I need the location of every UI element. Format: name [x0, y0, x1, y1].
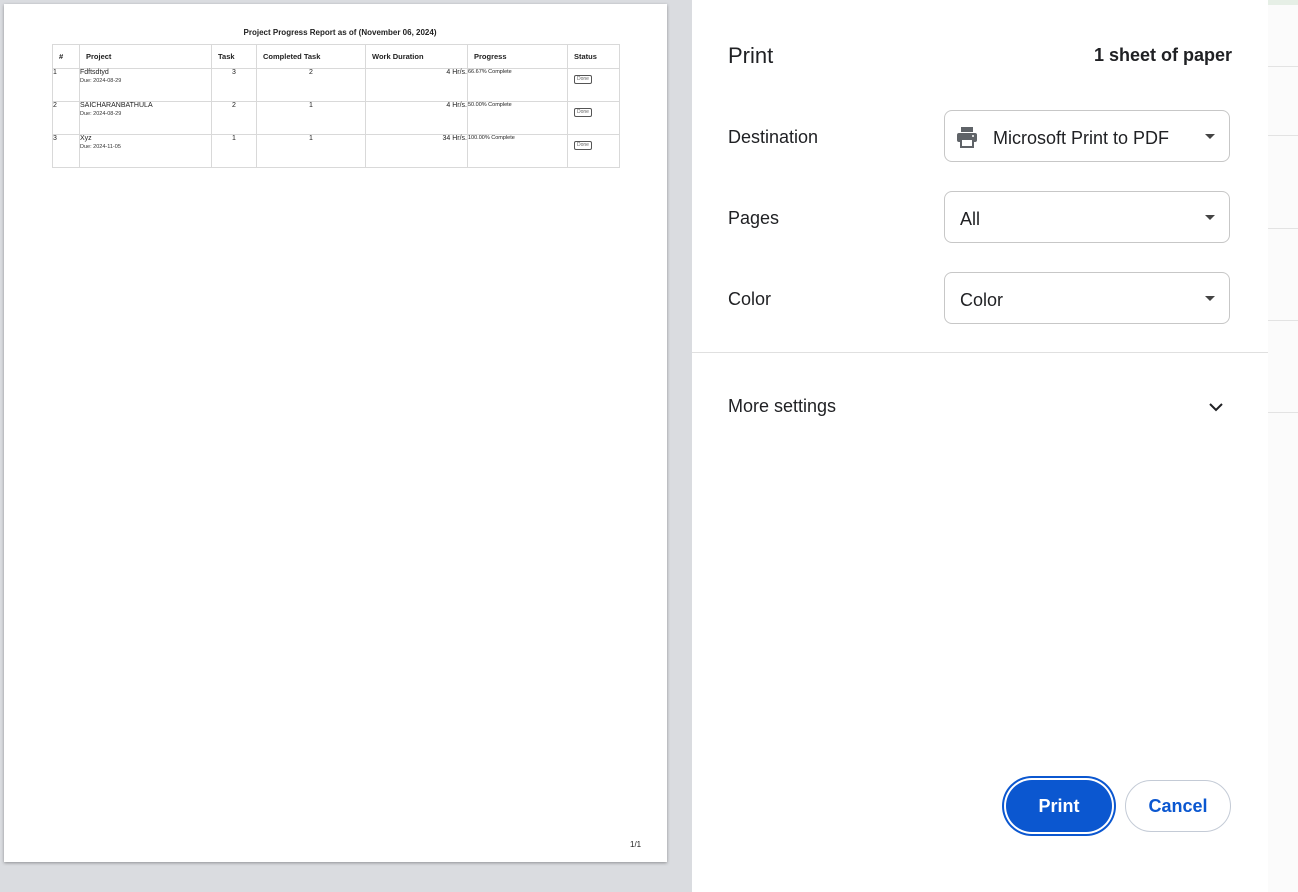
project-due-date: Due: 2024-08-29: [80, 78, 122, 84]
print-preview-area: Project Progress Report as of (November …: [0, 0, 692, 892]
table-row: 1 Fdftsdtyd Due: 2024-08-29 3 2 4 Hr/s. …: [52, 68, 620, 102]
project-name: Xyz: [80, 135, 92, 142]
column-header: Progress: [467, 44, 568, 69]
work-duration: 34 Hr/s.: [365, 134, 468, 168]
dropdown-caret-icon: [1205, 134, 1215, 139]
progress-text: 50.00% Complete: [467, 101, 568, 135]
pages-select[interactable]: All: [944, 191, 1230, 243]
row-number: 1: [52, 68, 80, 102]
pages-label: Pages: [728, 208, 780, 228]
work-duration: 4 Hr/s.: [365, 68, 468, 102]
status-cell: Done: [567, 134, 620, 168]
report-title: Project Progress Report as of (November …: [243, 28, 437, 37]
background-divider: [1268, 135, 1298, 136]
task-count: 1: [211, 134, 257, 168]
print-settings-panel: Print 1 sheet of paper Destination Micro…: [692, 0, 1268, 868]
column-header: Task: [211, 44, 257, 69]
more-settings-toggle[interactable]: More settings: [692, 380, 1268, 436]
color-label: Color: [728, 289, 772, 309]
status-cell: Done: [567, 101, 620, 135]
background-page-edge: [1268, 0, 1298, 892]
column-header: Status: [567, 44, 620, 69]
color-value: Color: [960, 290, 1004, 310]
column-header: Completed Task: [256, 44, 366, 69]
destination-select[interactable]: Microsoft Print to PDF: [944, 110, 1230, 162]
table-row: 2 SAICHARANBATHULA Due: 2024-08-29 2 1 4…: [52, 101, 620, 135]
project-cell: SAICHARANBATHULA Due: 2024-08-29: [79, 101, 212, 135]
sheet-count: 1 sheet of paper: [1093, 45, 1232, 65]
column-header: #: [52, 44, 80, 69]
project-due-date: Due: 2024-11-05: [80, 144, 121, 150]
project-name: Fdftsdtyd: [80, 69, 109, 76]
dropdown-caret-icon: [1205, 296, 1215, 301]
section-divider: [692, 352, 1268, 353]
row-number: 2: [52, 101, 80, 135]
row-number: 3: [52, 134, 80, 168]
table-header-row: # Project Task Completed Task Work Durat…: [52, 44, 620, 69]
panel-bottom: [692, 868, 1268, 892]
chevron-down-icon: [1208, 399, 1224, 420]
destination-value: Microsoft Print to PDF: [993, 128, 1170, 148]
preview-page: Project Progress Report as of (November …: [4, 4, 667, 862]
progress-text: 66.67% Complete: [467, 68, 568, 102]
destination-label: Destination: [728, 127, 819, 147]
progress-text: 100.00% Complete: [467, 134, 568, 168]
background-divider: [1268, 228, 1298, 229]
work-duration: 4 Hr/s.: [365, 101, 468, 135]
project-cell: Fdftsdtyd Due: 2024-08-29: [79, 68, 212, 102]
more-settings-label: More settings: [728, 396, 837, 416]
report-table: # Project Task Completed Task Work Durat…: [52, 44, 620, 168]
background-divider: [1268, 412, 1298, 413]
status-badge: Done: [574, 141, 592, 150]
pages-value: All: [960, 209, 981, 229]
cancel-button[interactable]: Cancel: [1125, 780, 1231, 832]
printer-icon: [955, 125, 979, 154]
status-badge: Done: [574, 75, 592, 84]
project-cell: Xyz Due: 2024-11-05: [79, 134, 212, 168]
color-select[interactable]: Color: [944, 272, 1230, 324]
table-row: 3 Xyz Due: 2024-11-05 1 1 34 Hr/s. 100.0…: [52, 134, 620, 168]
panel-title: Print: [728, 43, 774, 68]
background-divider: [1268, 320, 1298, 321]
column-header: Project: [79, 44, 212, 69]
completed-task-count: 2: [256, 68, 366, 102]
status-badge: Done: [574, 108, 592, 117]
status-cell: Done: [567, 68, 620, 102]
background-top-bar: [1268, 0, 1298, 5]
completed-task-count: 1: [256, 134, 366, 168]
task-count: 2: [211, 101, 257, 135]
project-due-date: Due: 2024-08-29: [80, 111, 122, 117]
dropdown-caret-icon: [1205, 215, 1215, 220]
project-name: SAICHARANBATHULA: [80, 102, 153, 109]
column-header: Work Duration: [365, 44, 468, 69]
page-number: 1/1: [630, 840, 642, 849]
task-count: 3: [211, 68, 257, 102]
print-button[interactable]: Print: [1006, 780, 1112, 832]
completed-task-count: 1: [256, 101, 366, 135]
background-divider: [1268, 66, 1298, 67]
